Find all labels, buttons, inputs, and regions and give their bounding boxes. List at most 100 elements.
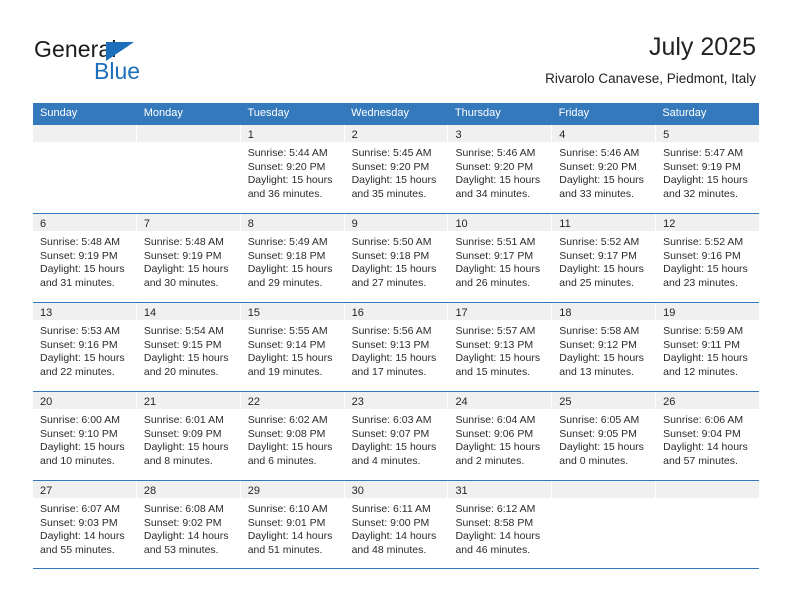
day-cell[interactable]: 2 Sunrise: 5:45 AM Sunset: 9:20 PM Dayli… — [344, 125, 449, 213]
day-cell[interactable] — [552, 481, 657, 568]
day-cell[interactable]: 9 Sunrise: 5:50 AM Sunset: 9:18 PM Dayli… — [344, 214, 449, 302]
day-cell[interactable]: 18 Sunrise: 5:58 AM Sunset: 9:12 PM Dayl… — [552, 303, 657, 391]
day-cell[interactable]: 15 Sunrise: 5:55 AM Sunset: 9:14 PM Dayl… — [240, 303, 345, 391]
day-cell[interactable]: 16 Sunrise: 5:56 AM Sunset: 9:13 PM Dayl… — [344, 303, 449, 391]
day-cell[interactable]: 14 Sunrise: 5:54 AM Sunset: 9:15 PM Dayl… — [136, 303, 241, 391]
day-cell[interactable]: 19 Sunrise: 5:59 AM Sunset: 9:11 PM Dayl… — [656, 303, 760, 391]
day-cell[interactable]: 30 Sunrise: 6:11 AM Sunset: 9:00 PM Dayl… — [344, 481, 449, 568]
daylight-text-line2: and 57 minutes. — [663, 454, 738, 467]
day-cell[interactable]: 5 Sunrise: 5:47 AM Sunset: 9:19 PM Dayli… — [656, 125, 760, 213]
sunrise-text: Sunrise: 6:11 AM — [351, 503, 431, 515]
week-row: 20 Sunrise: 6:00 AM Sunset: 9:10 PM Dayl… — [33, 391, 760, 480]
day-cell[interactable]: 12 Sunrise: 5:52 AM Sunset: 9:16 PM Dayl… — [656, 214, 760, 302]
day-cell[interactable]: 1 Sunrise: 5:44 AM Sunset: 9:20 PM Dayli… — [240, 125, 345, 213]
day-number-band: 27 — [33, 481, 136, 498]
day-number-band — [136, 125, 240, 142]
sunset-text: Sunset: 9:20 PM — [559, 160, 637, 173]
day-cell[interactable]: 7 Sunrise: 5:48 AM Sunset: 9:19 PM Dayli… — [136, 214, 241, 302]
day-cell[interactable]: 20 Sunrise: 6:00 AM Sunset: 9:10 PM Dayl… — [33, 392, 137, 480]
day-details — [552, 498, 655, 503]
page-subtitle: Rivarolo Canavese, Piedmont, Italy — [545, 71, 756, 86]
day-number-band: 23 — [344, 392, 448, 409]
weekday-header-monday: Monday — [143, 107, 183, 119]
day-cell[interactable]: 22 Sunrise: 6:02 AM Sunset: 9:08 PM Dayl… — [240, 392, 345, 480]
day-cell[interactable]: 26 Sunrise: 6:06 AM Sunset: 9:04 PM Dayl… — [656, 392, 760, 480]
daylight-text-line1: Daylight: 15 hours — [351, 174, 437, 187]
day-cell[interactable]: 25 Sunrise: 6:05 AM Sunset: 9:05 PM Dayl… — [552, 392, 657, 480]
daylight-text-line2: and 53 minutes. — [143, 543, 219, 556]
day-number-band: 21 — [136, 392, 240, 409]
daylight-text-line1: Daylight: 15 hours — [247, 352, 333, 365]
daylight-text-line2: and 46 minutes. — [455, 543, 531, 556]
day-cell[interactable] — [33, 125, 137, 213]
day-number-band: 13 — [33, 303, 136, 320]
sunrise-text: Sunrise: 5:52 AM — [663, 236, 744, 248]
day-cell[interactable]: 23 Sunrise: 6:03 AM Sunset: 9:07 PM Dayl… — [344, 392, 449, 480]
day-number: 15 — [247, 307, 260, 319]
day-number: 19 — [663, 307, 676, 319]
daylight-text-line1: Daylight: 15 hours — [40, 352, 125, 365]
sunrise-text: Sunrise: 6:04 AM — [455, 414, 536, 426]
day-cell[interactable]: 21 Sunrise: 6:01 AM Sunset: 9:09 PM Dayl… — [136, 392, 241, 480]
sunset-text: Sunset: 9:08 PM — [247, 427, 326, 440]
day-cell[interactable]: 27 Sunrise: 6:07 AM Sunset: 9:03 PM Dayl… — [33, 481, 137, 568]
daylight-text-line1: Daylight: 15 hours — [559, 352, 644, 365]
day-cell[interactable]: 17 Sunrise: 5:57 AM Sunset: 9:13 PM Dayl… — [448, 303, 553, 391]
day-cell[interactable]: 13 Sunrise: 5:53 AM Sunset: 9:16 PM Dayl… — [33, 303, 137, 391]
day-cell[interactable]: 28 Sunrise: 6:08 AM Sunset: 9:02 PM Dayl… — [136, 481, 241, 568]
day-cell[interactable]: 4 Sunrise: 5:46 AM Sunset: 9:20 PM Dayli… — [552, 125, 657, 213]
sunrise-text: Sunrise: 5:48 AM — [143, 236, 224, 248]
daylight-text-line2: and 51 minutes. — [247, 543, 323, 556]
day-details: Sunrise: 5:50 AM Sunset: 9:18 PM Dayligh… — [345, 231, 448, 290]
daylight-text-line2: and 17 minutes. — [351, 365, 427, 378]
daylight-text-line1: Daylight: 15 hours — [40, 441, 125, 454]
sunset-text: Sunset: 9:19 PM — [663, 160, 741, 173]
day-cell[interactable]: 3 Sunrise: 5:46 AM Sunset: 9:20 PM Dayli… — [448, 125, 553, 213]
weekday-header-friday: Friday — [558, 107, 590, 119]
daylight-text-line2: and 34 minutes. — [455, 187, 531, 200]
day-number-band: 26 — [656, 392, 760, 409]
sunrise-text: Sunrise: 5:47 AM — [663, 147, 744, 159]
day-number-band: 20 — [33, 392, 136, 409]
sunset-text: Sunset: 9:12 PM — [559, 338, 637, 351]
daylight-text-line2: and 33 minutes. — [559, 187, 635, 200]
day-cell[interactable]: 10 Sunrise: 5:51 AM Sunset: 9:17 PM Dayl… — [448, 214, 553, 302]
sunset-text: Sunset: 9:20 PM — [247, 160, 326, 173]
daylight-text-line1: Daylight: 15 hours — [351, 352, 437, 365]
day-cell[interactable] — [136, 125, 241, 213]
daylight-text-line1: Daylight: 15 hours — [247, 174, 333, 187]
day-number: 4 — [559, 129, 566, 141]
day-cell[interactable] — [656, 481, 760, 568]
sunset-text: Sunset: 9:14 PM — [247, 338, 326, 351]
day-details: Sunrise: 6:01 AM Sunset: 9:09 PM Dayligh… — [137, 409, 240, 468]
sunset-text: Sunset: 9:11 PM — [663, 338, 741, 351]
day-cell[interactable]: 8 Sunrise: 5:49 AM Sunset: 9:18 PM Dayli… — [240, 214, 345, 302]
day-cell[interactable]: 31 Sunrise: 6:12 AM Sunset: 8:58 PM Dayl… — [448, 481, 553, 568]
sunset-text: Sunset: 9:04 PM — [663, 427, 741, 440]
daylight-text-line1: Daylight: 15 hours — [247, 441, 333, 454]
daylight-text-line2: and 22 minutes. — [40, 365, 115, 378]
daylight-text-line1: Daylight: 15 hours — [143, 441, 229, 454]
day-cell[interactable]: 11 Sunrise: 5:52 AM Sunset: 9:17 PM Dayl… — [552, 214, 657, 302]
daylight-text-line2: and 30 minutes. — [143, 276, 219, 289]
day-details: Sunrise: 5:57 AM Sunset: 9:13 PM Dayligh… — [448, 320, 551, 379]
day-number-band: 24 — [448, 392, 552, 409]
sunrise-text: Sunrise: 5:50 AM — [351, 236, 432, 248]
day-number-band: 10 — [448, 214, 552, 231]
sunset-text: Sunset: 9:16 PM — [663, 249, 741, 262]
sunrise-text: Sunrise: 5:44 AM — [247, 147, 328, 159]
sunset-text: Sunset: 9:06 PM — [455, 427, 534, 440]
sunrise-text: Sunrise: 6:10 AM — [247, 503, 328, 515]
day-number: 5 — [663, 129, 670, 141]
day-cell[interactable]: 6 Sunrise: 5:48 AM Sunset: 9:19 PM Dayli… — [33, 214, 137, 302]
sunrise-text: Sunrise: 5:52 AM — [559, 236, 640, 248]
day-details: Sunrise: 5:46 AM Sunset: 9:20 PM Dayligh… — [552, 142, 655, 201]
page-title: July 2025 — [648, 33, 756, 61]
day-details: Sunrise: 6:04 AM Sunset: 9:06 PM Dayligh… — [448, 409, 551, 468]
daylight-text-line1: Daylight: 14 hours — [663, 441, 748, 454]
week-row: 27 Sunrise: 6:07 AM Sunset: 9:03 PM Dayl… — [33, 480, 760, 569]
day-number: 7 — [143, 218, 150, 230]
day-cell[interactable]: 24 Sunrise: 6:04 AM Sunset: 9:06 PM Dayl… — [448, 392, 553, 480]
sunrise-text: Sunrise: 6:07 AM — [40, 503, 120, 515]
day-cell[interactable]: 29 Sunrise: 6:10 AM Sunset: 9:01 PM Dayl… — [240, 481, 345, 568]
